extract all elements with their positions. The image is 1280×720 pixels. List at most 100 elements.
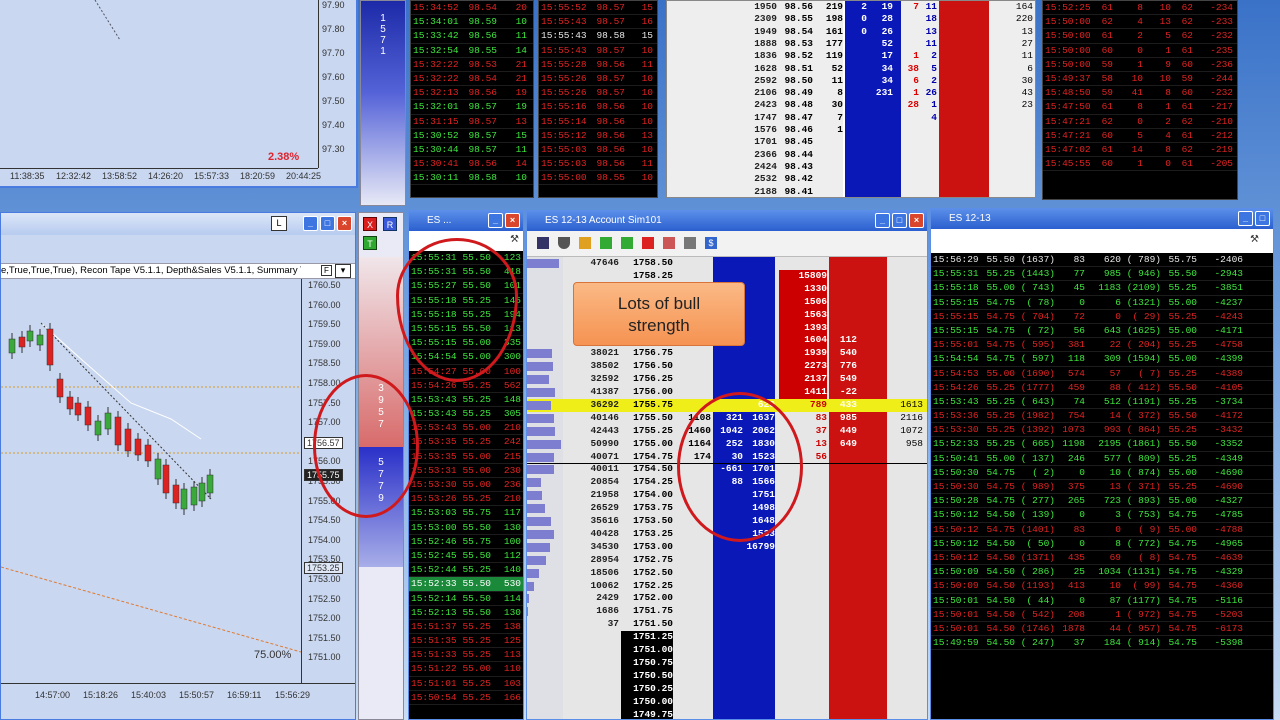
ladder-cell: 220 <box>1015 13 1033 25</box>
ask-count-cell: 15809 <box>779 269 827 283</box>
close-button[interactable]: × <box>505 213 520 228</box>
tape-cell: 54.75 <box>986 339 1015 351</box>
pencil-icon[interactable] <box>579 237 591 249</box>
tape-cell: 15:47:21 <box>1045 129 1091 141</box>
tape-cell: (1625) <box>1126 324 1161 336</box>
volume-bar <box>527 349 553 359</box>
minimize-button[interactable]: _ <box>875 213 890 228</box>
time-tick: 15:50:57 <box>179 690 215 700</box>
tools-icon[interactable] <box>684 237 696 249</box>
minimize-button[interactable]: _ <box>1238 211 1253 226</box>
tape-cell: 69 <box>1109 551 1121 563</box>
tape-cell: 54.50 <box>986 637 1015 649</box>
ladder-cell: 231 <box>875 87 893 99</box>
price-tick: 1760.00 <box>308 299 341 310</box>
dropdown-icon[interactable]: ▾ <box>335 264 351 278</box>
tape-cell: -244 <box>1210 72 1233 84</box>
ladder-cell: 7 <box>913 1 919 12</box>
tape-cell: 15 <box>515 129 527 141</box>
maximize-button[interactable]: □ <box>1255 211 1270 226</box>
tape-row: 15:32:01 98.57 19 <box>411 100 533 115</box>
tape-cell: -4788 <box>1214 523 1243 535</box>
tape-cell: 77 <box>1073 268 1085 280</box>
price-cell: 1752.25 <box>633 579 673 591</box>
price-cell: 1753.75 <box>633 502 673 514</box>
tape-row: 15:50:12 54.50 (1371) 435 69 ( 8) 54.75 -4639 <box>931 551 1273 566</box>
tape-row: 15:32:54 98.55 14 <box>411 44 533 58</box>
tape-cell: 62 <box>1181 2 1193 13</box>
tape-cell: 98.58 <box>468 172 497 184</box>
minimize-button[interactable]: _ <box>303 216 318 231</box>
tape-cell: 55.25 <box>462 564 491 576</box>
ladder-cell: 1576 <box>754 124 777 135</box>
price-cell: 1750.25 <box>621 682 673 696</box>
price-cell: 1755.75 <box>633 398 673 410</box>
price-cell: 1753.00 <box>633 540 673 552</box>
ask-size-cell: 540 <box>839 347 857 359</box>
dom-row: 18506 1752.50 <box>527 567 927 580</box>
ladder-cell: 11 <box>1021 50 1033 62</box>
ladder-row: 1950 98.56 219 2 19 7 11 164 <box>667 1 1035 13</box>
tape-cell: 13 <box>1109 481 1121 492</box>
x-button[interactable]: X <box>363 217 377 231</box>
tape-row: 15:50:28 54.75 ( 277) 265 723 ( 893) 55.00 -432… <box>931 494 1273 509</box>
tape-cell: 15:30:11 <box>413 172 459 184</box>
tape-row: 15:53:35 55.00 215 <box>409 450 523 464</box>
maximize-button[interactable]: □ <box>892 213 907 228</box>
chart2-icon[interactable] <box>621 237 633 249</box>
candle <box>36 334 44 346</box>
tape-cell: ( 247) <box>1020 637 1055 649</box>
tape-cell: (1371) <box>1020 551 1055 563</box>
dom-row: 10062 1752.25 <box>527 579 927 593</box>
price-tick: 97.50 <box>322 96 345 106</box>
close-button[interactable]: × <box>337 216 352 231</box>
tape-cell: 15:50:01 <box>933 608 979 620</box>
f-button[interactable]: F <box>321 265 332 276</box>
tape-row: 15:55:03 98.56 11 <box>539 157 657 172</box>
tape-cell: 215 <box>503 450 521 462</box>
ladder-cell: 8 <box>837 87 843 99</box>
tape-cell: ( 946) <box>1126 268 1161 280</box>
t-button[interactable]: T <box>363 236 377 250</box>
list-icon[interactable] <box>537 237 549 249</box>
tape-cell: 21 <box>515 72 527 84</box>
r-button[interactable]: R <box>383 217 397 231</box>
tools-icon[interactable]: ⚒ <box>510 234 519 245</box>
l-button[interactable]: L <box>271 216 287 231</box>
tape-cell: 2 <box>1165 115 1171 127</box>
ask-count-cell: 2273 <box>779 360 827 374</box>
tools-icon[interactable]: ⚒ <box>1250 234 1259 245</box>
ladder-cell: 1 <box>931 99 937 111</box>
tape-row: 15:51:37 55.25 138 <box>409 620 523 635</box>
tape-cell: 98.57 <box>468 143 497 155</box>
tag-icon[interactable] <box>663 237 675 249</box>
tape-cell: 15:50:12 <box>933 551 979 563</box>
tape-row: 15:53:30 55.00 236 <box>409 478 523 493</box>
tape-cell: -205 <box>1210 158 1233 170</box>
tape-cell: (1690) <box>1020 367 1055 379</box>
volume-cell: 37 <box>607 618 619 630</box>
tape-cell: -236 <box>1210 58 1233 70</box>
tape-cell: ( 893) <box>1126 495 1161 507</box>
maximize-button[interactable]: □ <box>320 216 335 231</box>
tape-cell: -232 <box>1210 87 1233 99</box>
tape-cell: 55.25 <box>1168 367 1197 379</box>
tape-cell: 60 <box>1181 58 1193 70</box>
ladder-row: 2366 98.44 <box>667 149 1035 161</box>
close-button[interactable]: × <box>909 213 924 228</box>
alert-icon[interactable] <box>642 237 654 249</box>
volume-cell: 1686 <box>596 605 619 617</box>
tape-row: 15:30:52 98.57 15 <box>411 129 533 143</box>
price-cell: 1751.75 <box>633 605 673 617</box>
tape-cell: 55.50 <box>462 592 491 604</box>
shield-icon[interactable] <box>558 237 570 249</box>
tape-cell: ( 371) <box>1126 481 1161 492</box>
price-cell: 1752.00 <box>633 592 673 604</box>
candle <box>26 330 34 342</box>
tape-cell: 54.50 <box>986 551 1015 563</box>
minimize-button[interactable]: _ <box>488 213 503 228</box>
chart-icon[interactable] <box>600 237 612 249</box>
tape-cell: 118 <box>1067 353 1085 365</box>
dollar-icon[interactable]: $ <box>705 237 717 249</box>
tape-row: 15:32:22 98.53 21 <box>411 58 533 72</box>
